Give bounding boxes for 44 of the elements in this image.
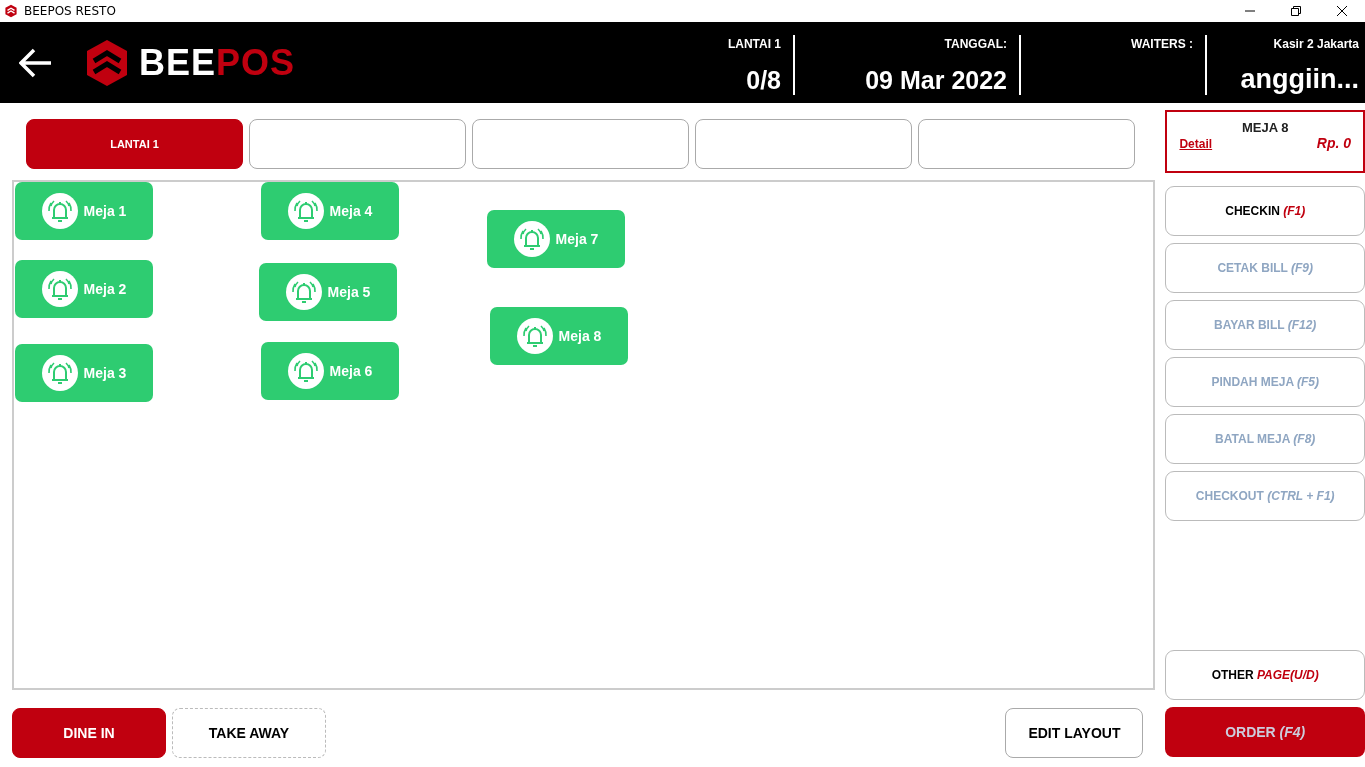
bell-icon <box>516 318 553 354</box>
other-page-button[interactable]: OTHER PAGE(U/D) <box>1165 650 1365 700</box>
table-button[interactable]: Meja 2 <box>15 260 153 318</box>
order-mode-button[interactable]: TAKE AWAY <box>172 708 326 758</box>
bell-icon <box>287 193 324 229</box>
bell-icon <box>41 271 78 307</box>
stat-label: Kasir 2 Jakarta <box>1273 36 1359 51</box>
bell-icon <box>287 353 324 389</box>
floor-tab[interactable]: LANTAI 1 <box>26 119 244 169</box>
logo-icon <box>85 38 129 87</box>
stat-value: anggiin... <box>1240 63 1359 95</box>
floor-tab[interactable] <box>472 119 690 169</box>
floor-tab[interactable] <box>918 119 1136 169</box>
detail-link[interactable]: Detail <box>1179 137 1213 151</box>
edit-layout-button[interactable]: EDIT LAYOUT <box>1005 708 1144 758</box>
table-button[interactable]: Meja 3 <box>15 344 153 402</box>
table-button[interactable]: Meja 7 <box>487 210 625 268</box>
total-amount: Rp. 0 <box>1316 135 1351 151</box>
stat-label: WAITERS : <box>1131 36 1193 51</box>
stat-value: 09 Mar 2022 <box>865 65 1007 95</box>
bell-icon <box>513 221 550 257</box>
app-icon <box>4 4 18 18</box>
stat-label: TANGGAL: <box>944 36 1007 51</box>
restore-icon[interactable] <box>1291 6 1301 16</box>
action-button[interactable]: CHECKIN (F1) <box>1165 186 1365 236</box>
table-button[interactable]: Meja 1 <box>15 182 153 240</box>
stat-value: 0/8 <box>746 65 781 95</box>
table-button[interactable]: Meja 5 <box>259 263 397 321</box>
order-mode-button[interactable]: DINE IN <box>12 708 166 758</box>
bell-icon <box>41 355 78 391</box>
table-button[interactable]: Meja 8 <box>490 307 628 365</box>
floor-tab[interactable] <box>695 119 913 169</box>
floor-tab[interactable] <box>249 119 467 169</box>
table-button[interactable]: Meja 4 <box>261 182 399 240</box>
close-icon[interactable] <box>1337 6 1347 16</box>
bell-icon <box>41 193 78 229</box>
bell-icon <box>285 274 322 310</box>
logo-text: BEEPOS <box>139 41 296 84</box>
back-arrow-icon[interactable] <box>19 47 53 78</box>
table-button[interactable]: Meja 6 <box>261 342 399 400</box>
selected-table-name: MEJA 8 <box>1241 120 1290 135</box>
stat-label: LANTAI 1 <box>727 36 781 51</box>
order-button[interactable]: ORDER (F4) <box>1165 707 1365 757</box>
window-title: BEEPOS RESTO <box>24 4 116 18</box>
